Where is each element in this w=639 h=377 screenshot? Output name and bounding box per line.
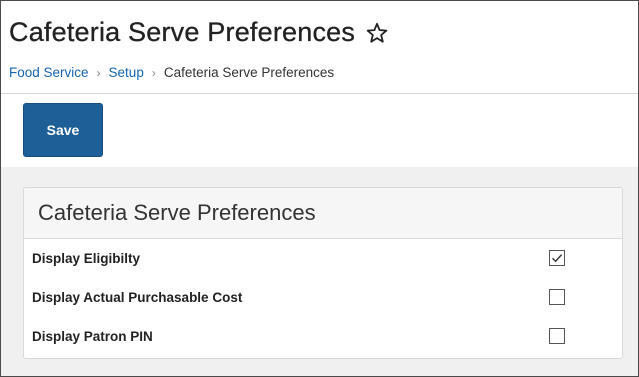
panel-title: Cafeteria Serve Preferences (38, 200, 316, 225)
panel-header: Cafeteria Serve Preferences (24, 188, 622, 239)
page-title: Cafeteria Serve Preferences (9, 17, 356, 47)
app-frame: Cafeteria Serve Preferences Food Service… (0, 0, 639, 377)
preference-row-patron-pin: Display Patron PIN (24, 317, 622, 356)
preference-row-purchasable-cost: Display Actual Purchasable Cost (24, 278, 622, 317)
display-purchasable-cost-checkbox[interactable] (549, 289, 565, 305)
breadcrumb-current: Cafeteria Serve Preferences (163, 65, 335, 80)
title-row: Cafeteria Serve Preferences (9, 17, 389, 48)
display-eligibility-checkbox[interactable] (549, 250, 565, 266)
chevron-right-icon: › (151, 65, 156, 80)
breadcrumb-setup[interactable]: Setup (109, 65, 144, 80)
toolbar: Save (1, 93, 638, 168)
save-button[interactable]: Save (23, 103, 103, 157)
star-outline-icon[interactable] (365, 21, 389, 45)
breadcrumb-food-service[interactable]: Food Service (9, 65, 89, 80)
content-area: Cafeteria Serve Preferences Display Elig… (1, 167, 638, 376)
preference-label: Display Patron PIN (32, 329, 153, 344)
preference-label: Display Actual Purchasable Cost (32, 290, 243, 305)
display-patron-pin-checkbox[interactable] (549, 328, 565, 344)
breadcrumb: Food Service › Setup › Cafeteria Serve P… (9, 65, 334, 80)
preference-row-eligibility: Display Eligibilty (24, 239, 622, 278)
preferences-panel: Cafeteria Serve Preferences Display Elig… (23, 187, 623, 359)
chevron-right-icon: › (96, 65, 101, 80)
checkmark-icon (552, 254, 563, 263)
preference-label: Display Eligibilty (32, 251, 141, 266)
page-header: Cafeteria Serve Preferences Food Service… (1, 1, 638, 93)
